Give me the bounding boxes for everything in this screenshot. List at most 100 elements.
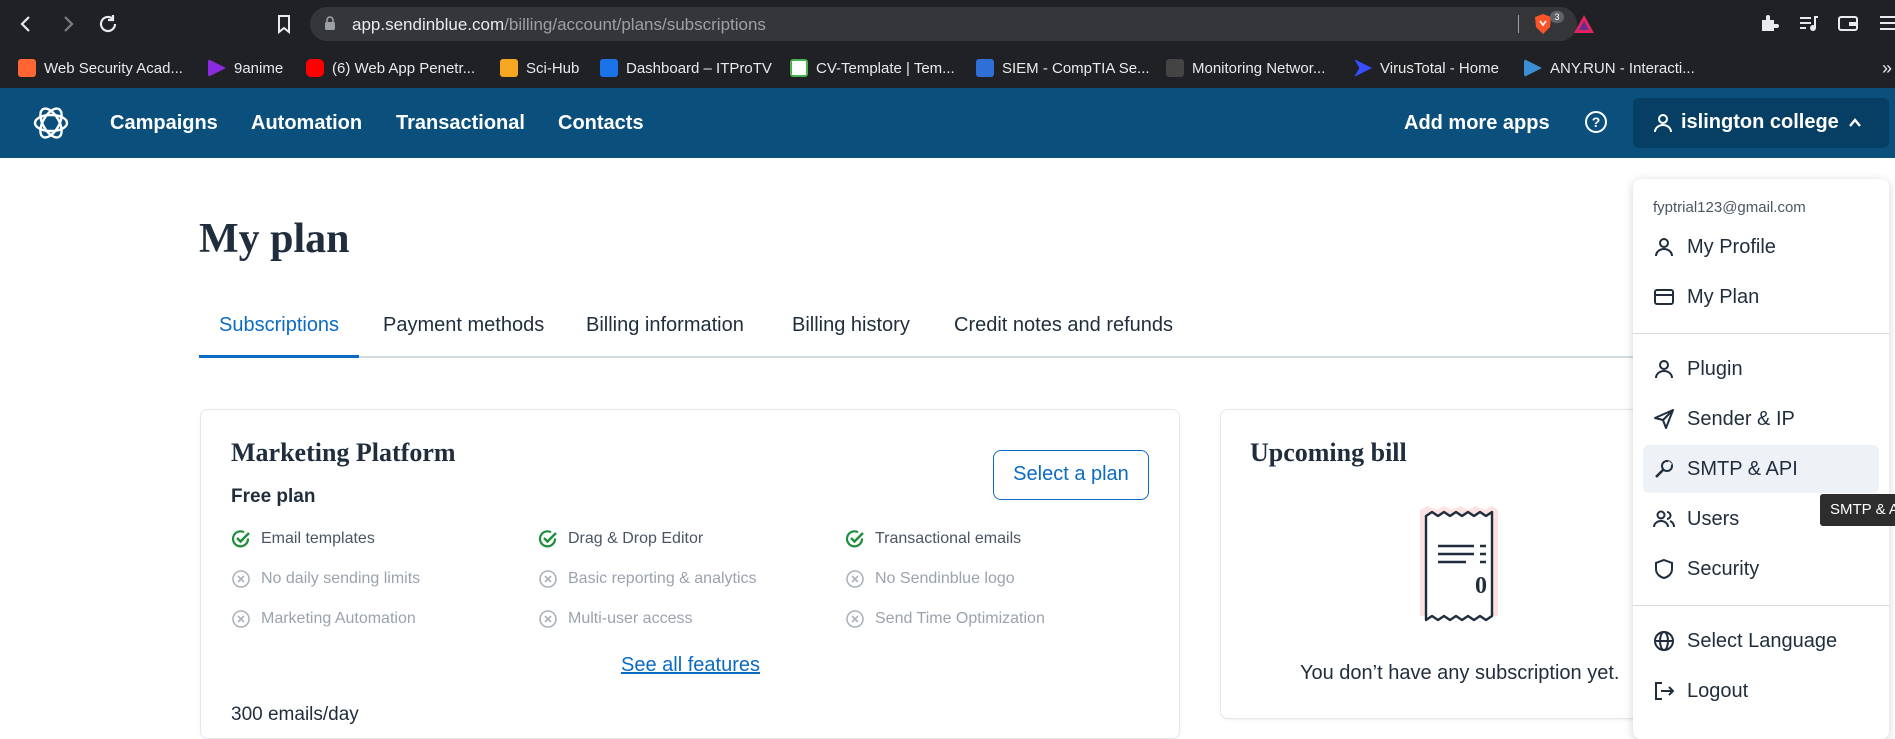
x-circle-icon	[846, 570, 864, 588]
address-bar[interactable]: app.sendinblue.com/billing/account/plans…	[310, 7, 1594, 41]
tab-credit-notes[interactable]: Credit notes and refunds	[954, 314, 1173, 358]
credit-card-icon	[1654, 289, 1674, 305]
menu-item-label: SMTP & API	[1687, 457, 1798, 480]
bookmark-label: VirusTotal - Home	[1380, 59, 1499, 77]
feature-item: Marketing Automation	[231, 609, 416, 629]
omnibox-divider	[1518, 15, 1519, 33]
bookmark-favicon-icon	[18, 59, 36, 77]
nav-automation[interactable]: Automation	[251, 112, 362, 135]
bookmark-item[interactable]: SIEM - CompTIA Se...	[976, 57, 1150, 79]
media-controls-icon[interactable]	[1796, 12, 1820, 36]
bookmark-item[interactable]: Dashboard – ITProTV	[600, 57, 772, 79]
feature-item: Basic reporting & analytics	[538, 569, 757, 589]
feature-label: Drag & Drop Editor	[568, 530, 704, 547]
bookmark-item[interactable]: Web Security Acad...	[18, 57, 183, 79]
forward-icon[interactable]	[56, 12, 80, 36]
billing-tabs: Subscriptions Payment methods Billing in…	[199, 308, 1649, 358]
paper-plane-icon	[1654, 409, 1674, 429]
x-circle-icon	[539, 610, 557, 628]
bookmark-item[interactable]: Sci-Hub	[500, 57, 579, 79]
marketing-platform-title: Marketing Platform	[231, 438, 456, 467]
account-dropdown-menu: fyptrial123@gmail.com My Profile My Plan…	[1633, 179, 1889, 739]
sendinblue-logo-icon[interactable]	[30, 102, 72, 144]
menu-item-sender-ip[interactable]: Sender & IP	[1643, 395, 1879, 443]
logout-icon	[1655, 682, 1675, 700]
brave-shields-badge: 3	[1550, 11, 1564, 23]
current-plan-name: Free plan	[231, 486, 316, 507]
feature-item: No daily sending limits	[231, 569, 420, 589]
feature-item: Drag & Drop Editor	[538, 529, 703, 549]
upcoming-bill-card: Upcoming bill 0 You don’t have any subsc…	[1220, 409, 1660, 719]
menu-icon[interactable]	[1876, 12, 1895, 36]
tab-payment-methods[interactable]: Payment methods	[383, 314, 544, 358]
nav-transactional[interactable]: Transactional	[396, 112, 525, 135]
users-icon	[1653, 510, 1675, 528]
bookmark-item[interactable]: (6) Web App Penetr...	[306, 57, 475, 79]
bookmark-item[interactable]: ANY.RUN - Interacti...	[1524, 57, 1695, 79]
x-circle-icon	[232, 610, 250, 628]
account-name: islington college	[1681, 111, 1839, 133]
feature-item: Transactional emails	[845, 529, 1021, 549]
menu-divider	[1633, 333, 1889, 334]
feature-label: No Sendinblue logo	[875, 570, 1015, 587]
x-circle-icon	[232, 570, 250, 588]
feature-item: Send Time Optimization	[845, 609, 1045, 629]
add-more-apps-link[interactable]: Add more apps	[1404, 112, 1550, 135]
menu-item-label: Users	[1687, 507, 1740, 530]
marketing-platform-card: Marketing Platform Free plan Select a pl…	[200, 409, 1180, 739]
see-all-features-link[interactable]: See all features	[621, 654, 760, 677]
user-icon	[1654, 114, 1672, 133]
feature-label: Email templates	[261, 530, 375, 547]
menu-item-plugin[interactable]: Plugin	[1643, 345, 1879, 393]
bookmark-favicon-icon	[976, 59, 994, 77]
bookmark-label: Web Security Acad...	[44, 59, 183, 77]
bookmark-label: SIEM - CompTIA Se...	[1002, 59, 1150, 77]
tab-billing-history[interactable]: Billing history	[792, 314, 910, 358]
bookmark-label: Dashboard – ITProTV	[626, 59, 772, 77]
bookmark-label: CV-Template | Tem...	[816, 59, 955, 77]
reload-icon[interactable]	[96, 12, 120, 36]
check-circle-icon	[231, 530, 250, 548]
menu-item-label: Logout	[1687, 679, 1749, 702]
help-icon[interactable]: ?	[1585, 111, 1607, 133]
no-subscription-text: You don’t have any subscription yet.	[1300, 662, 1620, 684]
select-plan-button[interactable]: Select a plan	[993, 450, 1149, 500]
account-menu-button[interactable]: islington college	[1633, 98, 1889, 148]
menu-item-my-plan[interactable]: My Plan	[1643, 273, 1879, 321]
bookmark-favicon-icon	[1524, 59, 1542, 77]
menu-item-smtp-api[interactable]: SMTP & API	[1643, 445, 1879, 493]
feature-label: No daily sending limits	[261, 570, 421, 587]
menu-item-security[interactable]: Security	[1643, 545, 1879, 593]
upcoming-bill-title: Upcoming bill	[1250, 438, 1407, 467]
check-circle-icon	[538, 530, 557, 548]
user-icon	[1655, 360, 1673, 379]
tab-subscriptions[interactable]: Subscriptions	[199, 314, 360, 358]
bookmark-item[interactable]: Monitoring Networ...	[1166, 57, 1325, 79]
menu-item-label: Sender & IP	[1687, 407, 1795, 430]
url-text: app.sendinblue.com/billing/account/plans…	[352, 15, 766, 35]
menu-item-my-profile[interactable]: My Profile	[1643, 223, 1879, 271]
check-circle-icon	[845, 530, 864, 548]
nav-campaigns[interactable]: Campaigns	[110, 112, 218, 135]
nav-contacts[interactable]: Contacts	[558, 112, 644, 135]
wallet-icon[interactable]	[1836, 12, 1860, 36]
feature-label: Marketing Automation	[261, 610, 416, 627]
bookmark-item[interactable]: CV-Template | Tem...	[790, 57, 955, 79]
bookmark-label: Sci-Hub	[526, 59, 580, 77]
feature-label: Transactional emails	[875, 530, 1022, 547]
menu-item-logout[interactable]: Logout	[1643, 667, 1879, 715]
extensions-icon[interactable]	[1757, 12, 1781, 36]
user-icon	[1655, 238, 1673, 257]
bookmark-favicon-icon	[208, 59, 226, 77]
bookmarks-overflow-button[interactable]: »	[1882, 57, 1892, 79]
bookmark-icon[interactable]	[272, 12, 296, 36]
menu-item-label: My Profile	[1687, 235, 1776, 258]
bookmark-item[interactable]: 9anime	[208, 57, 283, 79]
menu-item-select-language[interactable]: Select Language	[1643, 617, 1879, 665]
brave-rewards-icon[interactable]	[1573, 14, 1595, 34]
url-host: app.sendinblue.com	[352, 15, 505, 34]
bookmark-item[interactable]: VirusTotal - Home	[1354, 57, 1499, 79]
tab-billing-information[interactable]: Billing information	[586, 314, 744, 358]
back-icon[interactable]	[14, 12, 38, 36]
bookmark-label: ANY.RUN - Interacti...	[1550, 59, 1695, 77]
